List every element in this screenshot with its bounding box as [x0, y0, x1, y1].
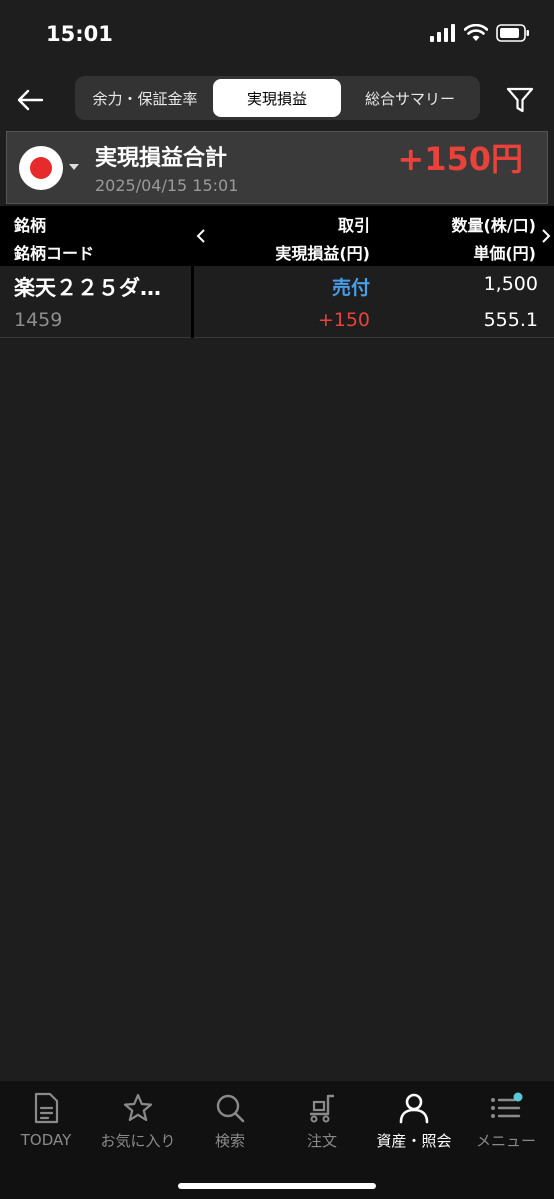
menu-icon [489, 1091, 523, 1124]
status-time: 15:01 [46, 22, 113, 46]
tab-search-label: 検索 [214, 1132, 245, 1150]
chevron-right-icon [542, 229, 551, 243]
person-icon [397, 1091, 431, 1124]
news-icon [29, 1091, 63, 1125]
tab-margin[interactable]: 余力・保証金率 [79, 79, 211, 117]
summary-date: 2025/04/15 15:01 [95, 176, 239, 195]
unit-price: 555.1 [483, 309, 538, 331]
tab-today[interactable]: TODAY [0, 1091, 92, 1151]
stock-name: 楽天２２５ダ… [14, 276, 161, 300]
tab-summary[interactable]: 総合サマリー [343, 79, 477, 117]
scroll-left-button[interactable] [193, 226, 209, 246]
tab-order[interactable]: 注文 [276, 1091, 368, 1151]
header-trade: 取引 [337, 216, 370, 235]
back-button[interactable] [10, 80, 50, 120]
battery-icon [496, 24, 530, 46]
dropdown-caret-icon[interactable] [69, 164, 79, 170]
cart-icon [305, 1091, 339, 1124]
search-icon [213, 1091, 247, 1124]
chevron-left-icon [196, 229, 205, 243]
wifi-icon [463, 23, 489, 46]
realized-pnl-summary: 実現損益合計 2025/04/15 15:01 +150円 [6, 131, 548, 204]
tab-menu-label: メニュー [475, 1132, 536, 1150]
nav-bar: 余力・保証金率 実現損益 総合サマリー [0, 70, 554, 130]
tab-order-label: 注文 [306, 1132, 337, 1150]
status-bar: 15:01 [0, 0, 554, 70]
bottom-tab-bar: TODAY お気に入り 検索 注文 資産・照会 メニュー [0, 1081, 554, 1199]
stock-code: 1459 [14, 309, 63, 331]
tab-menu[interactable]: メニュー [460, 1091, 552, 1151]
filter-icon [506, 87, 534, 113]
back-arrow-icon [17, 89, 44, 111]
scroll-right-button[interactable] [538, 226, 554, 246]
quantity: 1,500 [483, 273, 538, 295]
signal-icon [430, 24, 456, 46]
tab-assets-label: 資産・照会 [376, 1132, 452, 1150]
header-stock: 銘柄 [14, 216, 47, 235]
tab-today-label: TODAY [20, 1131, 72, 1149]
header-stock-code: 銘柄コード [14, 244, 95, 263]
summary-total: +150円 [397, 140, 523, 178]
status-icons [430, 23, 530, 46]
tab-assets[interactable]: 資産・照会 [368, 1091, 460, 1151]
japan-flag-icon[interactable] [19, 146, 63, 190]
realized-pnl: +150 [317, 309, 370, 331]
table-row[interactable]: 楽天２２５ダ… 1459 売付 +150 1,500 555.1 [0, 266, 554, 338]
table-header: 銘柄 銘柄コード 取引 実現損益(円) 数量(株/口) 単価(円) [0, 206, 554, 266]
tab-favorites-label: お気に入り [100, 1132, 176, 1150]
tab-search[interactable]: 検索 [184, 1091, 276, 1151]
star-icon [121, 1091, 155, 1124]
home-indicator[interactable] [178, 1183, 376, 1189]
column-divider [191, 266, 194, 338]
filter-button[interactable] [500, 80, 540, 120]
trade-type: 売付 [331, 277, 370, 299]
tab-realized-pnl[interactable]: 実現損益 [213, 79, 341, 117]
header-realized-pnl: 実現損益(円) [275, 244, 370, 263]
summary-title: 実現損益合計 [95, 146, 228, 171]
tab-favorites[interactable]: お気に入り [92, 1091, 184, 1151]
header-unit-price: 単価(円) [473, 244, 536, 263]
segmented-control: 余力・保証金率 実現損益 総合サマリー [75, 76, 480, 120]
notification-dot [513, 1092, 523, 1101]
header-quantity: 数量(株/口) [451, 216, 536, 235]
